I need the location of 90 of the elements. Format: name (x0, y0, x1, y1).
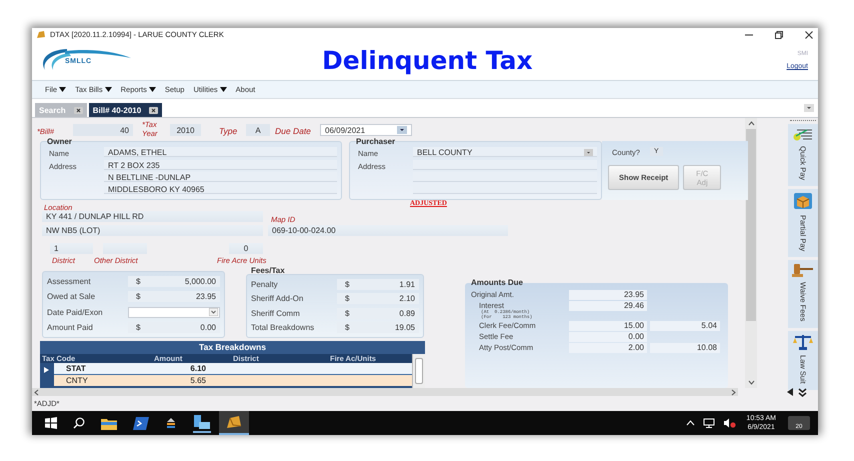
amount-field[interactable]: 15.00 (569, 321, 647, 331)
field-label: Sheriff Comm (251, 308, 300, 318)
scales-icon (792, 334, 814, 350)
row-pointer-icon (44, 367, 49, 373)
network-icon[interactable] (703, 418, 716, 428)
scroll-up-icon[interactable] (748, 121, 754, 126)
amount-field[interactable]: $ 1.91 (337, 278, 419, 290)
amount-field[interactable]: 29.46 (569, 301, 647, 311)
scroll-left-icon[interactable] (34, 388, 39, 396)
scrollbar[interactable] (745, 118, 757, 388)
volume-muted-icon[interactable] (723, 418, 736, 428)
amount-field[interactable]: $ 5,000.00 (128, 276, 220, 288)
scroll-right-icon[interactable] (731, 388, 736, 396)
package-icon (793, 192, 813, 210)
dropdown-icon[interactable] (209, 308, 218, 316)
upload-icon[interactable] (165, 417, 177, 429)
amount-field[interactable]: $ 19.05 (337, 322, 419, 334)
search-icon[interactable] (73, 417, 85, 429)
terminal-icon[interactable] (133, 416, 149, 430)
table-cell-text: 6.10 (189, 364, 206, 373)
taskbar-app[interactable] (219, 411, 249, 435)
table-cell-text: CNTY (65, 376, 89, 385)
close-icon[interactable] (74, 106, 83, 114)
table-cell-text: STAT (65, 364, 87, 373)
tab[interactable]: Bill# 40-2010 (88, 103, 162, 117)
table-cell-text: 5.65 (189, 376, 206, 385)
owner-name-field[interactable]: ADAMS, ETHEL (104, 147, 337, 157)
field-label: Due Date (275, 126, 311, 136)
amount-field[interactable]: $ 2.10 (337, 293, 419, 304)
grid-title: Tax Breakdowns (40, 341, 425, 354)
address-field[interactable]: RT 2 BOX 235 (104, 160, 337, 170)
field-label: Owed at Sale (47, 292, 96, 302)
field-label: Penalty (251, 280, 278, 289)
amount-field[interactable]: 23.95 (569, 290, 647, 300)
notes-icon (793, 127, 813, 141)
dropdown-icon[interactable] (804, 104, 814, 112)
restore-icon[interactable] (774, 30, 784, 40)
tax-year-field[interactable]: 2010 (170, 124, 201, 136)
scrollbar[interactable] (32, 388, 738, 396)
amount-field[interactable]: 2.00 (569, 343, 647, 353)
app-title: Delinquent Tax (322, 46, 533, 75)
address-field[interactable]: N BELTLINE -DUNLAP (104, 172, 337, 182)
chevron-up-icon[interactable] (686, 420, 696, 426)
amount-field[interactable]: 10.08 (650, 343, 720, 353)
date-field[interactable] (128, 306, 220, 318)
caret-icon (59, 87, 66, 92)
amount-field[interactable]: $ 0.89 (337, 308, 419, 319)
server-icon[interactable] (193, 414, 211, 432)
field-label: Type (219, 126, 238, 136)
collapse-left-icon[interactable] (786, 388, 794, 396)
scroll-down-icon[interactable] (748, 380, 754, 385)
group-title: Amounts Due (471, 278, 523, 287)
purchaser-name-field[interactable]: BELL COUNTY (413, 147, 597, 157)
location-field[interactable]: KY 441 / DUNLAP HILL RD (42, 211, 263, 222)
location-field[interactable]: NW NB5 (LOT) (42, 225, 263, 236)
address-field[interactable]: MIDDLESBORO KY 40965 (104, 184, 337, 194)
field-label: Date Paid/Exon (47, 308, 103, 317)
scrollbar[interactable] (412, 354, 425, 388)
type-field[interactable]: A (246, 124, 270, 136)
group-title: Owner (47, 137, 72, 146)
caret-icon (148, 87, 156, 92)
address-field[interactable] (413, 160, 597, 170)
field-label: Total Breakdowns (251, 323, 314, 332)
fire-acre-units-field[interactable]: 0 (229, 243, 263, 254)
district-field[interactable]: 1 (50, 243, 93, 254)
grid-row[interactable]: CNTY 5.65 (54, 375, 412, 386)
amount-field[interactable]: 0.00 (569, 332, 647, 342)
folder-icon[interactable] (101, 416, 117, 430)
amount-field[interactable]: 5.04 (650, 321, 720, 331)
dropdown-icon[interactable] (397, 126, 407, 134)
field-label: Amount Paid (47, 322, 93, 332)
map-id-field[interactable]: 069-10-00-024.00 (268, 225, 508, 236)
amount-field[interactable]: $ 23.95 (128, 291, 220, 302)
caret-icon (220, 87, 227, 92)
windows-start-icon[interactable] (45, 417, 57, 429)
caret-icon (104, 87, 112, 92)
app-icon (226, 415, 242, 429)
bill-number-field[interactable]: 40 (73, 124, 133, 136)
dropdown-icon[interactable] (584, 148, 593, 156)
app-icon (36, 30, 46, 39)
field-label: Assessment (47, 277, 91, 286)
gavel-icon (792, 263, 814, 278)
close-icon[interactable] (149, 106, 158, 114)
group-title: Fees/Tax (251, 266, 285, 275)
close-icon[interactable] (804, 30, 814, 40)
field-label: Sheriff Add-On (251, 294, 304, 304)
amount-field[interactable]: $ 0.00 (128, 322, 220, 333)
due-date-field[interactable]: 06/09/2021 (320, 124, 412, 136)
expand-down-icon[interactable] (798, 388, 807, 396)
group-title: Purchaser (356, 137, 396, 146)
